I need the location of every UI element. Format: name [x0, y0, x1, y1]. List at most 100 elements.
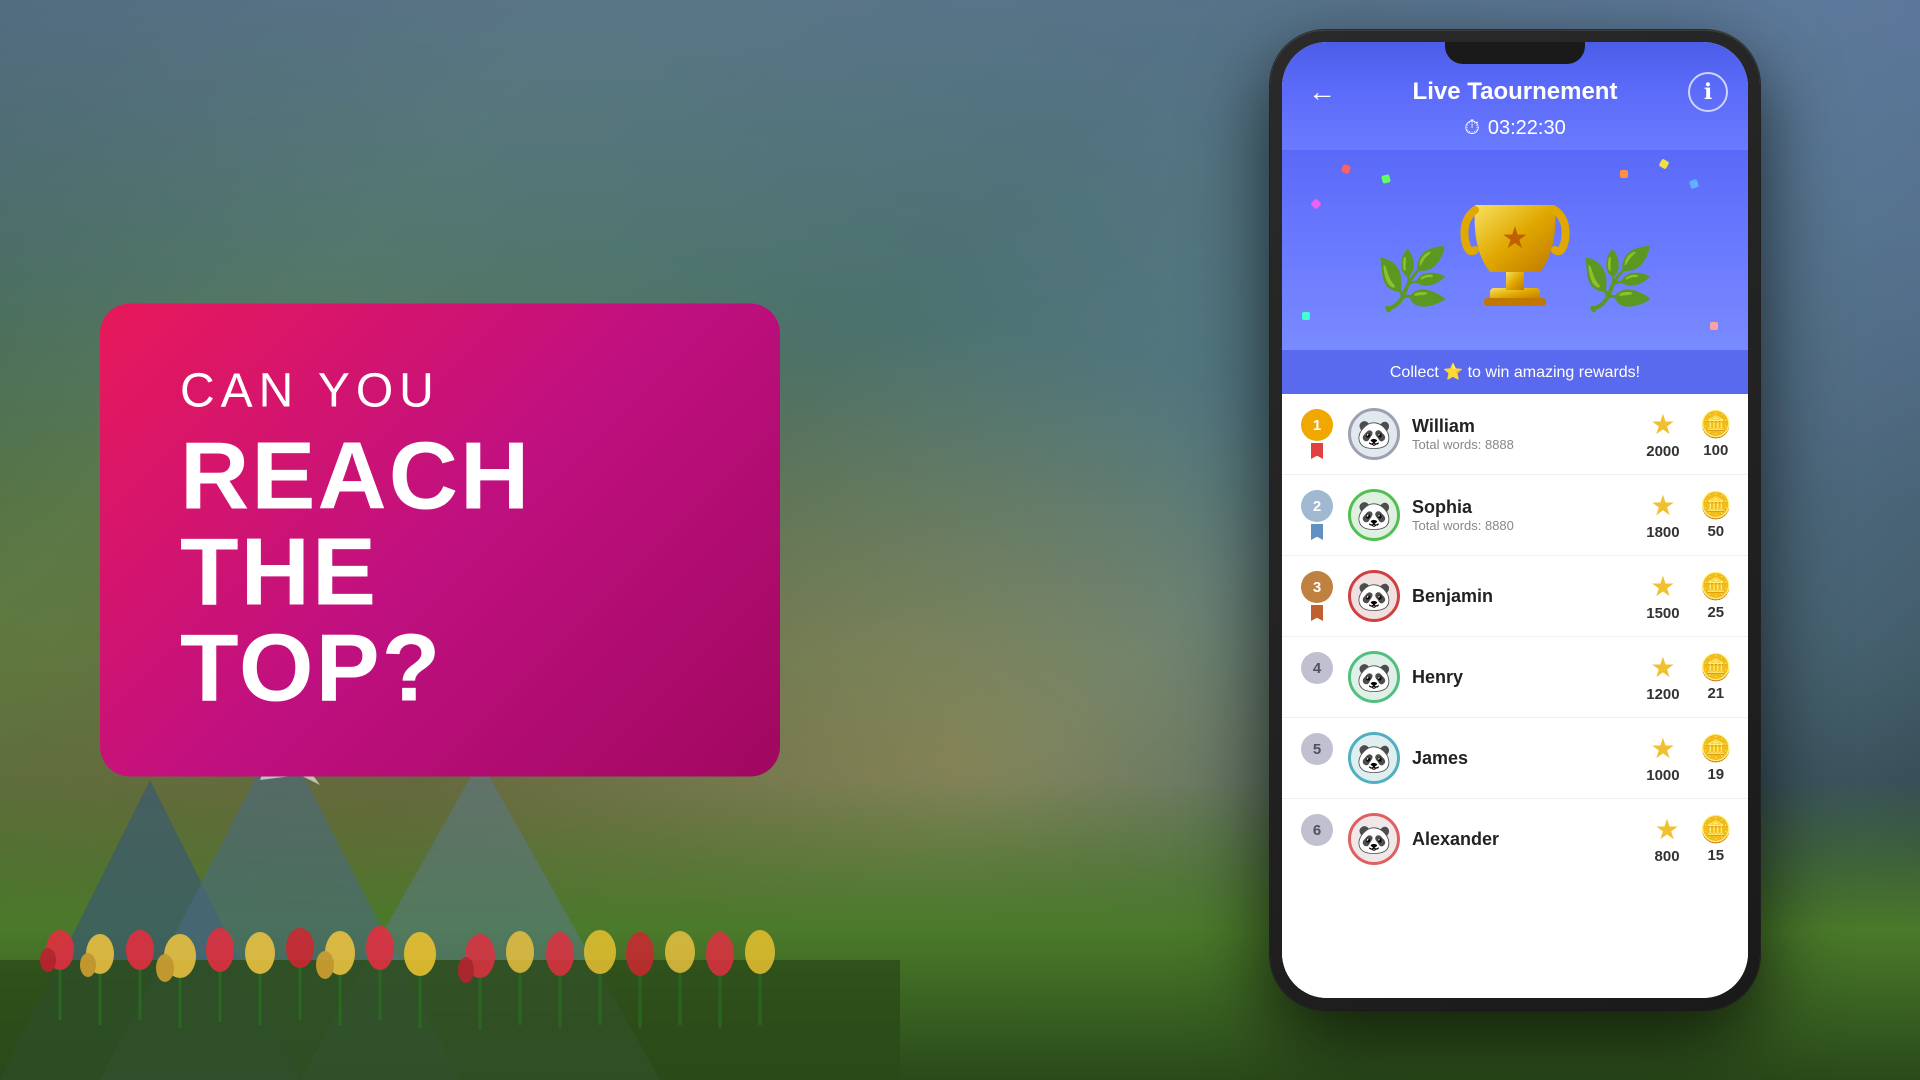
- coin-count: 21: [1707, 685, 1724, 702]
- leaderboard-row: 4 🐼 Henry ★ 1200 🪙 21: [1282, 637, 1748, 718]
- player-name: Sophia: [1412, 497, 1634, 518]
- trophy-svg: ★: [1460, 190, 1570, 310]
- player-name: Alexander: [1412, 829, 1643, 850]
- star-count: 1000: [1646, 767, 1679, 784]
- score-star: ★ 1000: [1646, 732, 1679, 784]
- rank-badge: 4: [1298, 652, 1336, 702]
- confetti-7: [1302, 312, 1310, 320]
- rank-circle: 2: [1301, 490, 1333, 522]
- star-count: 800: [1655, 848, 1680, 865]
- app-content: ← Live Taournement ℹ ⏱ 03:22:30: [1282, 42, 1748, 998]
- tagline-line2: REACH THE TOP?: [180, 429, 700, 717]
- app-title: Live Taournement: [1342, 78, 1688, 106]
- confetti-1: [1341, 164, 1351, 174]
- score-star: ★ 1200: [1646, 651, 1679, 703]
- coin-stack-icon: 🪙: [1700, 814, 1732, 845]
- player-avatar: 🐼: [1348, 651, 1400, 703]
- leaderboard-row: 5🐼James★1000🪙19: [1282, 718, 1748, 799]
- score-star: ★ 1500: [1646, 570, 1679, 622]
- info-button[interactable]: ℹ: [1688, 72, 1728, 112]
- phone-notch: [1445, 42, 1585, 64]
- timer-icon: ⏱: [1464, 117, 1480, 140]
- leaderboard-row: 2🐼SophiaTotal words: 8880★1800🪙50: [1282, 475, 1748, 556]
- coins: 🪙 21: [1700, 652, 1732, 702]
- player-name: William: [1412, 416, 1634, 437]
- star-icon: ★: [1650, 489, 1675, 522]
- rank-badge: 5: [1298, 733, 1336, 783]
- rank-ribbon: [1311, 524, 1323, 540]
- leaderboard-row: 1 🐼 WilliamTotal words: 8888 ★ 2000 🪙 100: [1282, 394, 1748, 475]
- rank-circle: 3: [1301, 571, 1333, 603]
- player-avatar: 🐼: [1348, 570, 1400, 622]
- coin-count: 15: [1707, 847, 1724, 864]
- coins: 🪙 50: [1700, 490, 1732, 540]
- rank-badge: 1: [1298, 409, 1336, 459]
- leaderboard-row: 6 🐼 Alexander ★ 800 🪙 15: [1282, 799, 1748, 879]
- rank-ribbon: [1311, 605, 1323, 621]
- laurel-right: 🌿: [1580, 250, 1655, 310]
- star-icon: ★: [1650, 732, 1675, 765]
- coin-stack-icon: 🪙: [1700, 490, 1732, 521]
- player-name: Benjamin: [1412, 586, 1634, 607]
- rank-circle: 6: [1301, 814, 1333, 846]
- star-icon: ★: [1650, 408, 1675, 441]
- confetti-2: [1381, 174, 1391, 184]
- leaderboard-row: 3 🐼 Benjamin ★ 1500 🪙 25: [1282, 556, 1748, 637]
- phone-screen: ← Live Taournement ℹ ⏱ 03:22:30: [1282, 42, 1748, 998]
- coin-stack-icon: 🪙: [1700, 409, 1732, 440]
- star-count: 1800: [1646, 524, 1679, 541]
- score-star: ★ 2000: [1646, 408, 1679, 460]
- svg-text:★: ★: [1502, 222, 1529, 255]
- back-button[interactable]: ←: [1302, 72, 1342, 112]
- rank-badge: 2: [1298, 490, 1336, 540]
- player-avatar: 🐼: [1348, 408, 1400, 460]
- rank-badge: 6: [1298, 814, 1336, 864]
- coin-count: 25: [1707, 604, 1724, 621]
- tagline-line1: CAN YOU: [180, 364, 700, 419]
- coins: 🪙 25: [1700, 571, 1732, 621]
- player-info: James: [1412, 748, 1634, 769]
- rank-ribbon: [1311, 443, 1323, 459]
- star-count: 1500: [1646, 605, 1679, 622]
- collect-bar: Collect ⭐ to win amazing rewards!: [1282, 350, 1748, 394]
- star-icon: ★: [1650, 651, 1675, 684]
- player-info: WilliamTotal words: 8888: [1412, 416, 1634, 452]
- trophy-container: 🌿: [1375, 190, 1654, 310]
- player-name: Henry: [1412, 667, 1634, 688]
- phone: ← Live Taournement ℹ ⏱ 03:22:30: [1270, 30, 1760, 1010]
- confetti-6: [1620, 170, 1628, 178]
- coins: 🪙 100: [1700, 409, 1732, 459]
- star-icon: ★: [1655, 813, 1680, 846]
- player-avatar: 🐼: [1348, 813, 1400, 865]
- player-words: Total words: 8888: [1412, 437, 1634, 452]
- coin-stack-icon: 🪙: [1700, 733, 1732, 764]
- player-words: Total words: 8880: [1412, 518, 1634, 533]
- rank-badge: 3: [1298, 571, 1336, 621]
- confetti-8: [1710, 322, 1718, 330]
- star-count: 1200: [1646, 686, 1679, 703]
- confetti-5: [1310, 198, 1321, 209]
- trophy-area: 🌿: [1282, 150, 1748, 350]
- coin-count: 19: [1707, 766, 1724, 783]
- player-info: Henry: [1412, 667, 1634, 688]
- score-star: ★ 800: [1655, 813, 1680, 865]
- coins: 🪙 19: [1700, 733, 1732, 783]
- score-star: ★ 1800: [1646, 489, 1679, 541]
- leaderboard: 1 🐼 WilliamTotal words: 8888 ★ 2000 🪙 100 2 🐼 Sop…: [1282, 394, 1748, 998]
- timer-value: 03:22:30: [1488, 117, 1566, 140]
- rank-circle: 4: [1301, 652, 1333, 684]
- player-info: Alexander: [1412, 829, 1643, 850]
- coin-stack-icon: 🪙: [1700, 652, 1732, 683]
- star-count: 2000: [1646, 443, 1679, 460]
- coin-count: 50: [1707, 523, 1724, 540]
- player-info: Benjamin: [1412, 586, 1634, 607]
- coin-stack-icon: 🪙: [1700, 571, 1732, 602]
- coin-count: 100: [1703, 442, 1728, 459]
- rank-circle: 1: [1301, 409, 1333, 441]
- player-info: SophiaTotal words: 8880: [1412, 497, 1634, 533]
- laurel-left: 🌿: [1375, 250, 1450, 310]
- coins: 🪙 15: [1700, 814, 1732, 864]
- timer-row: ⏱ 03:22:30: [1302, 117, 1728, 140]
- star-icon: ★: [1650, 570, 1675, 603]
- confetti-4: [1689, 179, 1699, 189]
